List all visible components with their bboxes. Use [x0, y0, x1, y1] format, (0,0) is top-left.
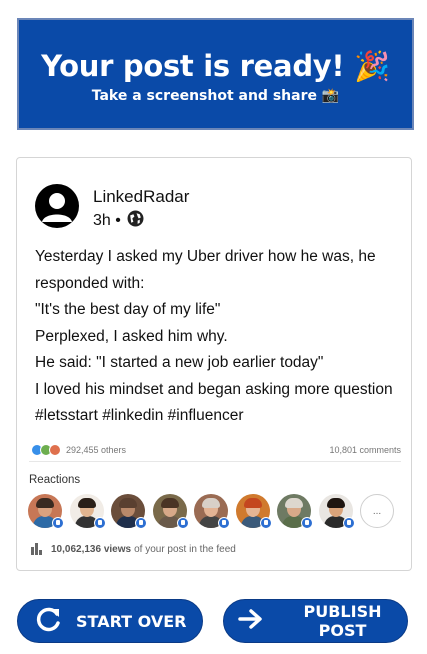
- post-line: Perplexed, I asked him why.: [35, 327, 228, 345]
- reaction-icons: [31, 444, 61, 456]
- arrow-right-icon: [238, 607, 264, 635]
- bar-chart-icon: [31, 543, 42, 555]
- post-line: responded with:: [35, 274, 145, 292]
- like-badge-icon: [135, 517, 147, 529]
- post-line: I loved his mindset and began asking mor…: [35, 380, 393, 398]
- post-preview-card: LinkedRadar 3h • Yesterday I asked my Ub…: [16, 157, 412, 571]
- like-badge-icon: [301, 517, 313, 529]
- globe-icon: [127, 210, 144, 232]
- refresh-icon: [36, 606, 62, 636]
- reactor-avatar[interactable]: [277, 494, 313, 529]
- user-icon: [42, 193, 72, 222]
- reactor-avatar[interactable]: [28, 494, 64, 529]
- banner-title: Your post is ready! 🎉: [41, 49, 390, 83]
- reactor-avatars: ...: [28, 494, 394, 529]
- reactor-avatar[interactable]: [111, 494, 147, 529]
- publish-post-button[interactable]: PUBLISH POST: [223, 599, 408, 643]
- reactor-avatar[interactable]: [69, 494, 106, 529]
- success-banner: Your post is ready! 🎉 Take a screenshot …: [17, 18, 414, 130]
- post-hashtags[interactable]: #letsstart #linkedin #influencer: [35, 403, 403, 430]
- reactor-avatar[interactable]: [235, 494, 272, 529]
- like-badge-icon: [93, 517, 106, 529]
- post-author: LinkedRadar 3h •: [35, 184, 189, 232]
- divider: [29, 461, 401, 462]
- like-badge-icon: [218, 517, 230, 529]
- love-reaction-icon: [49, 444, 61, 456]
- start-over-button[interactable]: START OVER: [17, 599, 203, 643]
- avatar: [35, 184, 79, 228]
- reaction-count[interactable]: 292,455 others: [66, 445, 126, 455]
- post-stats: 292,455 others 10,801 comments: [31, 440, 401, 460]
- post-line: Yesterday I asked my Uber driver how he …: [35, 248, 376, 265]
- post-line: "It's the best day of my life": [35, 301, 221, 318]
- more-reactions-button[interactable]: ...: [360, 494, 394, 528]
- like-badge-icon: [52, 517, 64, 529]
- like-badge-icon: [342, 517, 355, 529]
- views-suffix: of your post in the feed: [134, 543, 236, 555]
- reactions-label: Reactions: [29, 474, 81, 486]
- author-name[interactable]: LinkedRadar: [93, 186, 189, 208]
- post-time: 3h •: [93, 212, 121, 229]
- post-line: He said: "I started a new job earlier to…: [35, 354, 324, 371]
- reactor-avatar[interactable]: [152, 494, 189, 529]
- like-badge-icon: [259, 517, 272, 529]
- reactor-avatar[interactable]: [318, 494, 355, 529]
- start-over-label: START OVER: [76, 611, 187, 631]
- views-count: 10,062,136 views: [51, 543, 132, 555]
- publish-post-label: PUBLISH POST: [303, 602, 382, 640]
- like-badge-icon: [176, 517, 189, 529]
- banner-subtitle: Take a screenshot and share 📸: [91, 88, 340, 104]
- post-body: Yesterday I asked my Uber driver how he …: [35, 244, 403, 430]
- views-summary: 10,062,136 views of your post in the fee…: [31, 543, 236, 555]
- reactor-avatar[interactable]: [194, 494, 230, 529]
- comment-count[interactable]: 10,801 comments: [329, 445, 401, 455]
